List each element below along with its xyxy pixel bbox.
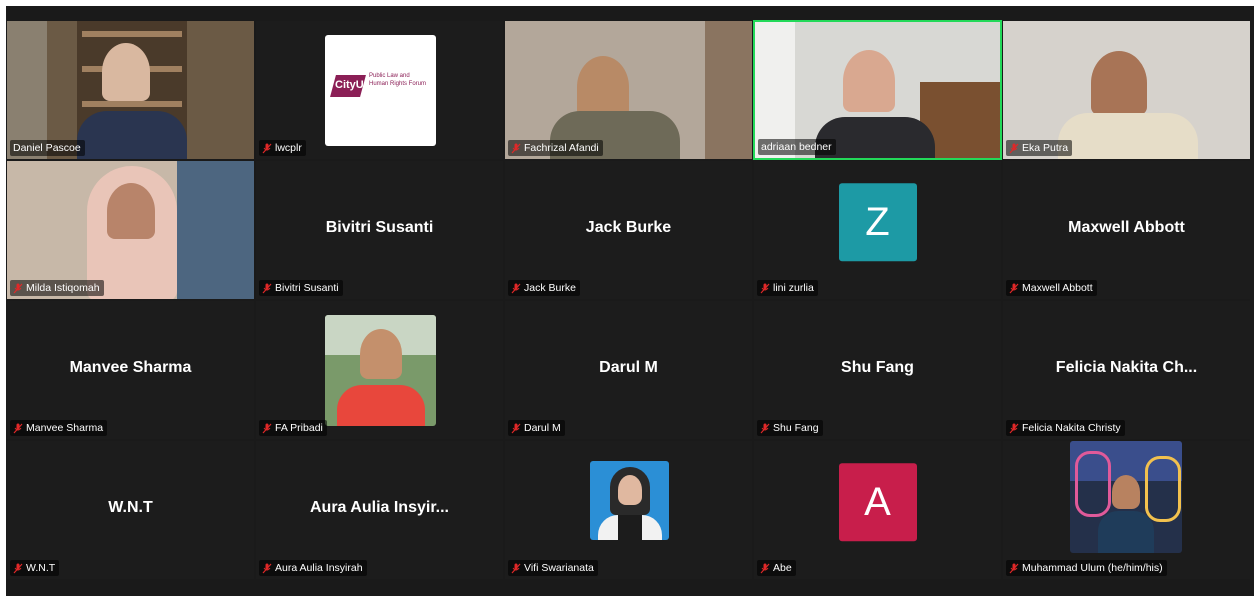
participant-name-label: Vifi Swarianata: [508, 560, 598, 576]
participant-tile[interactable]: Muhammad Ulum (he/him/his): [1002, 440, 1251, 580]
forum-logo: CityU Public Law and Human Rights Forum: [325, 35, 436, 146]
logo-brand: CityU: [335, 79, 364, 91]
participant-name-label: lwcplr: [259, 140, 306, 156]
participant-tile[interactable]: Manvee Sharma Manvee Sharma: [6, 300, 255, 440]
profile-photo: [590, 461, 669, 540]
participant-name-label: FA Pribadi: [259, 420, 327, 436]
participant-tile[interactable]: Fachrizal Afandi: [504, 20, 753, 160]
participant-tile[interactable]: Shu Fang Shu Fang: [753, 300, 1002, 440]
microphone-muted-icon: [13, 563, 23, 573]
participant-name-label: Abe: [757, 560, 796, 576]
participant-tile[interactable]: Vifi Swarianata: [504, 440, 753, 580]
participant-tile[interactable]: Maxwell Abbott Maxwell Abbott: [1002, 160, 1251, 300]
logo-text-2: Human Rights Forum: [369, 81, 427, 87]
microphone-muted-icon: [1009, 283, 1019, 293]
participant-display-name: Darul M: [599, 359, 658, 377]
participant-display-name: Manvee Sharma: [69, 359, 192, 377]
participant-display-name: Aura Aulia Insyir...: [309, 499, 449, 517]
participant-name-label: lini zurlia: [757, 280, 818, 296]
participant-name-label: Fachrizal Afandi: [508, 140, 603, 156]
participant-display-name: Jack Burke: [585, 219, 672, 237]
participant-name-label: Maxwell Abbott: [1006, 280, 1097, 296]
participant-name-label: Eka Putra: [1006, 140, 1073, 156]
participant-display-name: Maxwell Abbott: [1068, 219, 1185, 237]
meeting-window: Daniel Pascoe CityU Public Law and Human…: [6, 6, 1254, 596]
microphone-muted-icon: [511, 283, 521, 293]
participant-tile[interactable]: Darul M Darul M: [504, 300, 753, 440]
participant-tile[interactable]: Eka Putra: [1002, 20, 1251, 160]
logo-text-1: Public Law and: [369, 73, 410, 79]
participant-name-label: Felicia Nakita Christy: [1006, 420, 1125, 436]
profile-photo: [325, 315, 436, 426]
participant-name-label: Milda Istiqomah: [10, 280, 104, 296]
participant-tile[interactable]: Daniel Pascoe: [6, 20, 255, 160]
microphone-muted-icon: [760, 423, 770, 433]
participant-display-name: Felicia Nakita Ch...: [1055, 359, 1198, 377]
microphone-muted-icon: [1009, 423, 1019, 433]
participant-tile[interactable]: W.N.T W.N.T: [6, 440, 255, 580]
microphone-muted-icon: [13, 423, 23, 433]
participant-name-label: Bivitri Susanti: [259, 280, 343, 296]
microphone-muted-icon: [262, 283, 272, 293]
participant-tile[interactable]: FA Pribadi: [255, 300, 504, 440]
participant-tile[interactable]: Felicia Nakita Ch... Felicia Nakita Chri…: [1002, 300, 1251, 440]
participant-name-label: Manvee Sharma: [10, 420, 108, 436]
participant-tile[interactable]: Bivitri Susanti Bivitri Susanti: [255, 160, 504, 300]
microphone-muted-icon: [511, 423, 521, 433]
microphone-muted-icon: [511, 143, 521, 153]
microphone-muted-icon: [262, 143, 272, 153]
participant-name-label: Aura Aulia Insyirah: [259, 560, 367, 576]
participant-name-label: Muhammad Ulum (he/him/his): [1006, 560, 1167, 576]
participant-tile[interactable]: Milda Istiqomah: [6, 160, 255, 300]
microphone-muted-icon: [760, 283, 770, 293]
participant-display-name: Shu Fang: [841, 359, 914, 377]
participant-tile[interactable]: Aura Aulia Insyir... Aura Aulia Insyirah: [255, 440, 504, 580]
participant-name-label: W.N.T: [10, 560, 60, 576]
microphone-muted-icon: [1009, 143, 1019, 153]
microphone-muted-icon: [262, 423, 272, 433]
participant-avatar: A: [838, 463, 917, 542]
participant-avatar: Z: [838, 183, 917, 262]
gallery-grid: Daniel Pascoe CityU Public Law and Human…: [6, 20, 1251, 580]
participant-name-label: Darul M: [508, 420, 565, 436]
video-feed: [755, 22, 1000, 158]
microphone-muted-icon: [1009, 563, 1019, 573]
microphone-muted-icon: [511, 563, 521, 573]
participant-tile[interactable]: Jack Burke Jack Burke: [504, 160, 753, 300]
participant-tile[interactable]: A Abe: [753, 440, 1002, 580]
profile-photo: [1070, 441, 1182, 553]
participant-tile[interactable]: Z lini zurlia: [753, 160, 1002, 300]
participant-display-name: W.N.T: [108, 499, 153, 517]
participant-tile-active-speaker[interactable]: adriaan bedner: [753, 20, 1002, 160]
participant-name-label: Daniel Pascoe: [10, 140, 85, 156]
microphone-muted-icon: [760, 563, 770, 573]
microphone-muted-icon: [262, 563, 272, 573]
participant-name-label: adriaan bedner: [758, 139, 836, 155]
participant-tile[interactable]: CityU Public Law and Human Rights Forum …: [255, 20, 504, 160]
participant-name-label: Jack Burke: [508, 280, 580, 296]
microphone-muted-icon: [13, 283, 23, 293]
participant-display-name: Bivitri Susanti: [325, 219, 434, 237]
participant-name-label: Shu Fang: [757, 420, 823, 436]
